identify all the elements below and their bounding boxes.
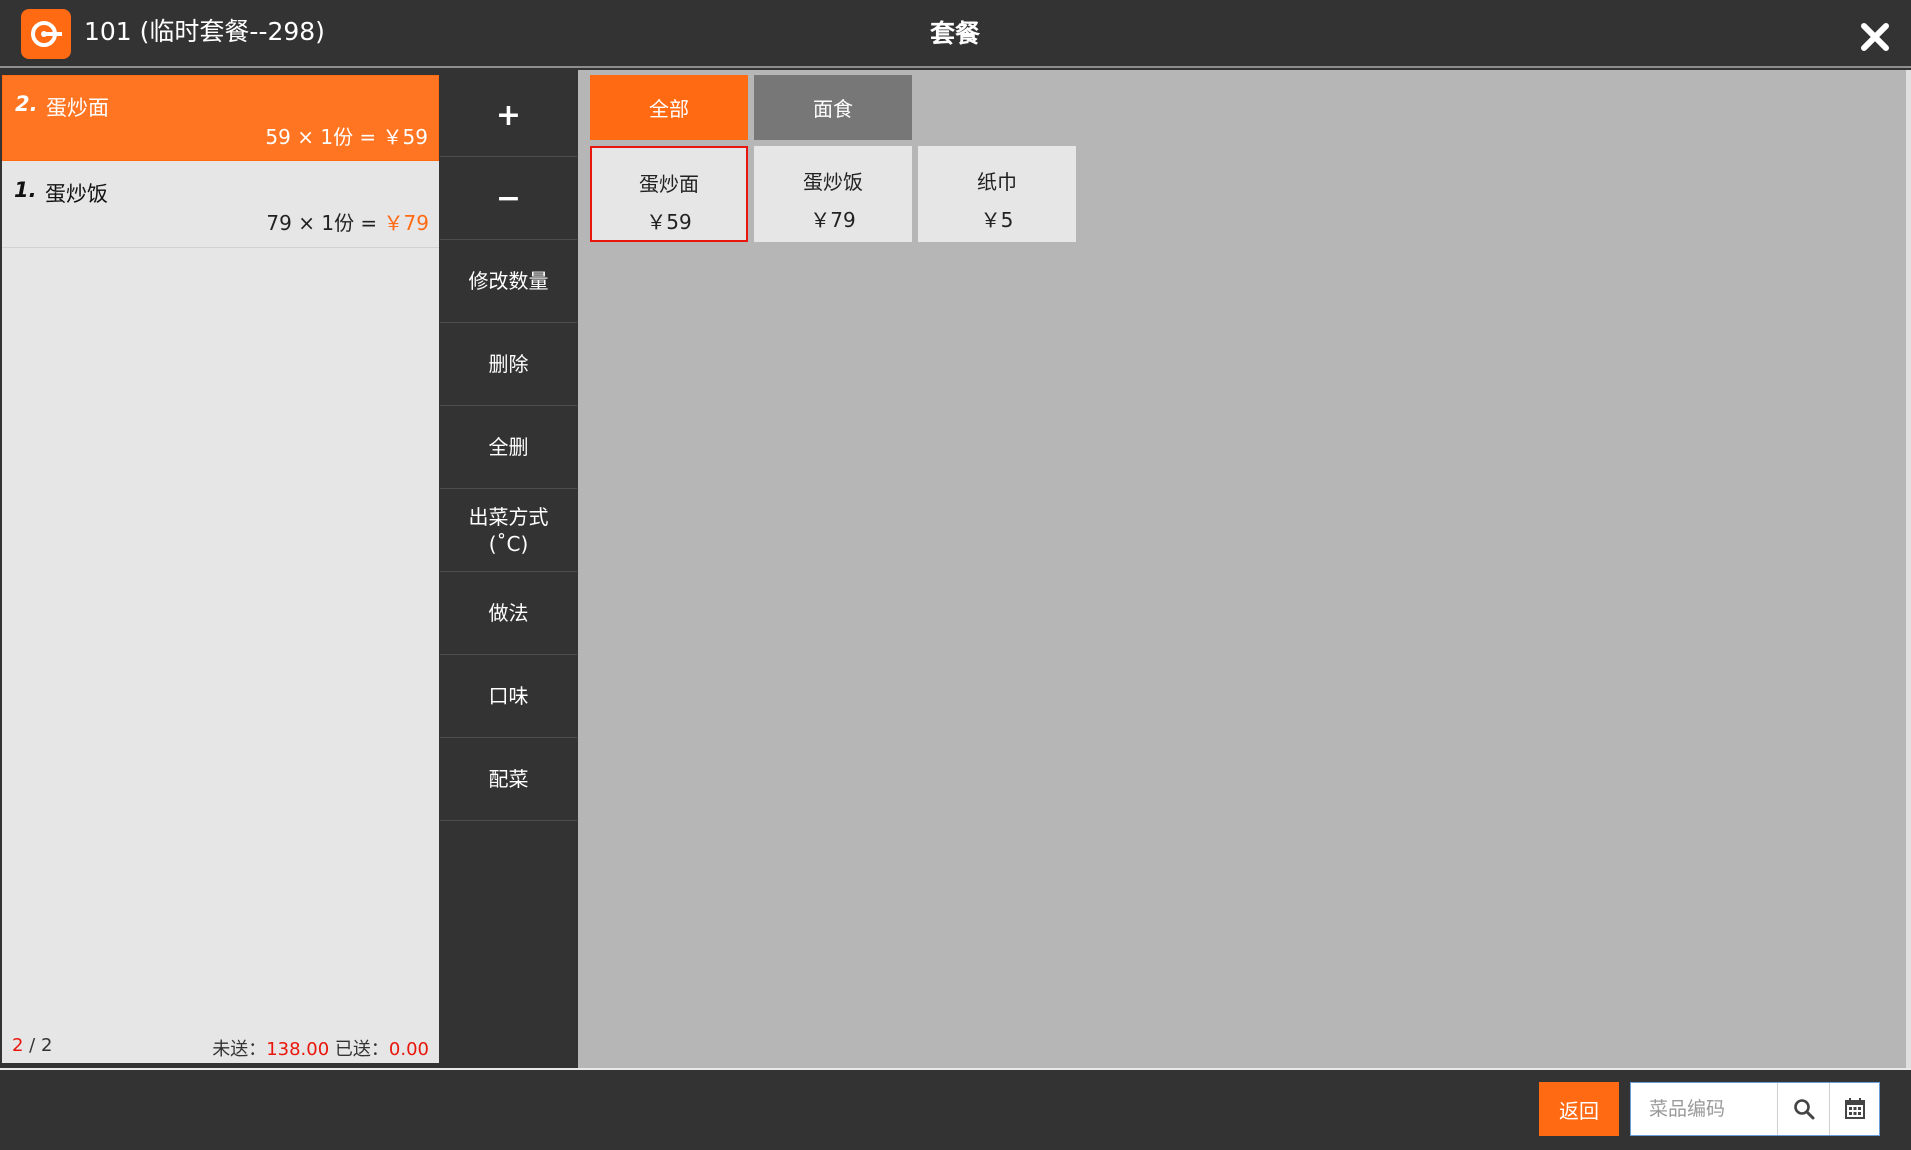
- search-icon[interactable]: [1777, 1083, 1829, 1135]
- dish-code-input[interactable]: [1631, 1083, 1777, 1135]
- order-item[interactable]: 1. 蛋炒饭 79 × 1份 = ￥79: [2, 162, 439, 248]
- menu-area: 全部 面食 蛋炒面 ￥59 蛋炒饭 ￥79 纸巾 ￥5: [578, 70, 1911, 1068]
- dish-price: ￥5: [980, 208, 1014, 232]
- side-dish-button[interactable]: 配菜: [440, 739, 577, 821]
- order-totals: 未送：138.00 已送：0.00: [212, 1035, 429, 1061]
- category-tab-all[interactable]: 全部: [590, 75, 748, 140]
- dish-card[interactable]: 蛋炒面 ￥59: [590, 146, 748, 242]
- dish-card[interactable]: 蛋炒饭 ￥79: [754, 146, 912, 242]
- delete-button[interactable]: 删除: [440, 324, 577, 406]
- order-list-panel: 2. 蛋炒面 59 × 1份 = ￥59 1. 蛋炒饭 79 × 1份 = ￥7…: [2, 75, 439, 1063]
- order-item-total: ￥59: [382, 125, 428, 149]
- action-sidebar: + − 修改数量 删除 全删 出菜方式(˚C) 做法 口味 配菜: [440, 75, 577, 1063]
- app-logo-icon: [21, 9, 71, 59]
- cooking-method-button[interactable]: 做法: [440, 573, 577, 655]
- calendar-icon[interactable]: [1829, 1083, 1880, 1135]
- order-item-index: 2.: [15, 92, 38, 116]
- modify-quantity-button[interactable]: 修改数量: [440, 241, 577, 323]
- dialog-title: 套餐: [929, 19, 980, 48]
- order-item-calc: 59 × 1份 = ￥59: [265, 121, 428, 150]
- page-current: 2: [12, 1035, 24, 1056]
- order-item-total: ￥79: [383, 211, 429, 235]
- dish-name: 蛋炒饭: [803, 170, 863, 194]
- bottom-toolbar: 返回: [0, 1068, 1911, 1150]
- sent-label: 已送：: [329, 1039, 389, 1060]
- page-separator: /: [23, 1035, 41, 1056]
- dish-name: 蛋炒面: [639, 172, 699, 196]
- dish-card[interactable]: 纸巾 ￥5: [918, 146, 1076, 242]
- dish-search: [1630, 1082, 1880, 1136]
- order-item[interactable]: 2. 蛋炒面 59 × 1份 = ￥59: [2, 75, 439, 161]
- dish-price: ￥59: [646, 210, 692, 234]
- taste-button[interactable]: 口味: [440, 656, 577, 738]
- order-item-name: 蛋炒面: [46, 96, 109, 120]
- dish-price: ￥79: [810, 208, 856, 232]
- decrease-button[interactable]: −: [440, 158, 577, 240]
- page-indicator: 2 / 2: [12, 1035, 52, 1056]
- sent-value: 0.00: [388, 1039, 429, 1060]
- dish-name: 纸巾: [977, 170, 1017, 194]
- order-item-formula: 59 × 1份 =: [265, 125, 383, 149]
- scroll-edge: [1906, 70, 1911, 1068]
- order-item-formula: 79 × 1份 =: [266, 211, 384, 235]
- order-summary: 2 / 2 未送：138.00 已送：0.00: [2, 1031, 439, 1061]
- window-title: 101 (临时套餐--298): [84, 17, 325, 46]
- page-total: 2: [40, 1035, 53, 1056]
- order-item-index: 1.: [14, 178, 37, 202]
- order-item-calc: 79 × 1份 = ￥79: [266, 207, 429, 236]
- unsent-label: 未送：: [212, 1039, 267, 1060]
- unsent-value: 138.00: [266, 1039, 330, 1060]
- category-tab-noodles[interactable]: 面食: [754, 75, 912, 140]
- return-button[interactable]: 返回: [1539, 1082, 1619, 1136]
- close-icon[interactable]: [1858, 20, 1892, 54]
- increase-button[interactable]: +: [440, 75, 577, 157]
- title-bar: 101 (临时套餐--298) 套餐: [0, 0, 1911, 68]
- delete-all-button[interactable]: 全删: [440, 407, 577, 489]
- order-item-name: 蛋炒饭: [45, 182, 108, 206]
- serving-method-button[interactable]: 出菜方式(˚C): [440, 490, 577, 572]
